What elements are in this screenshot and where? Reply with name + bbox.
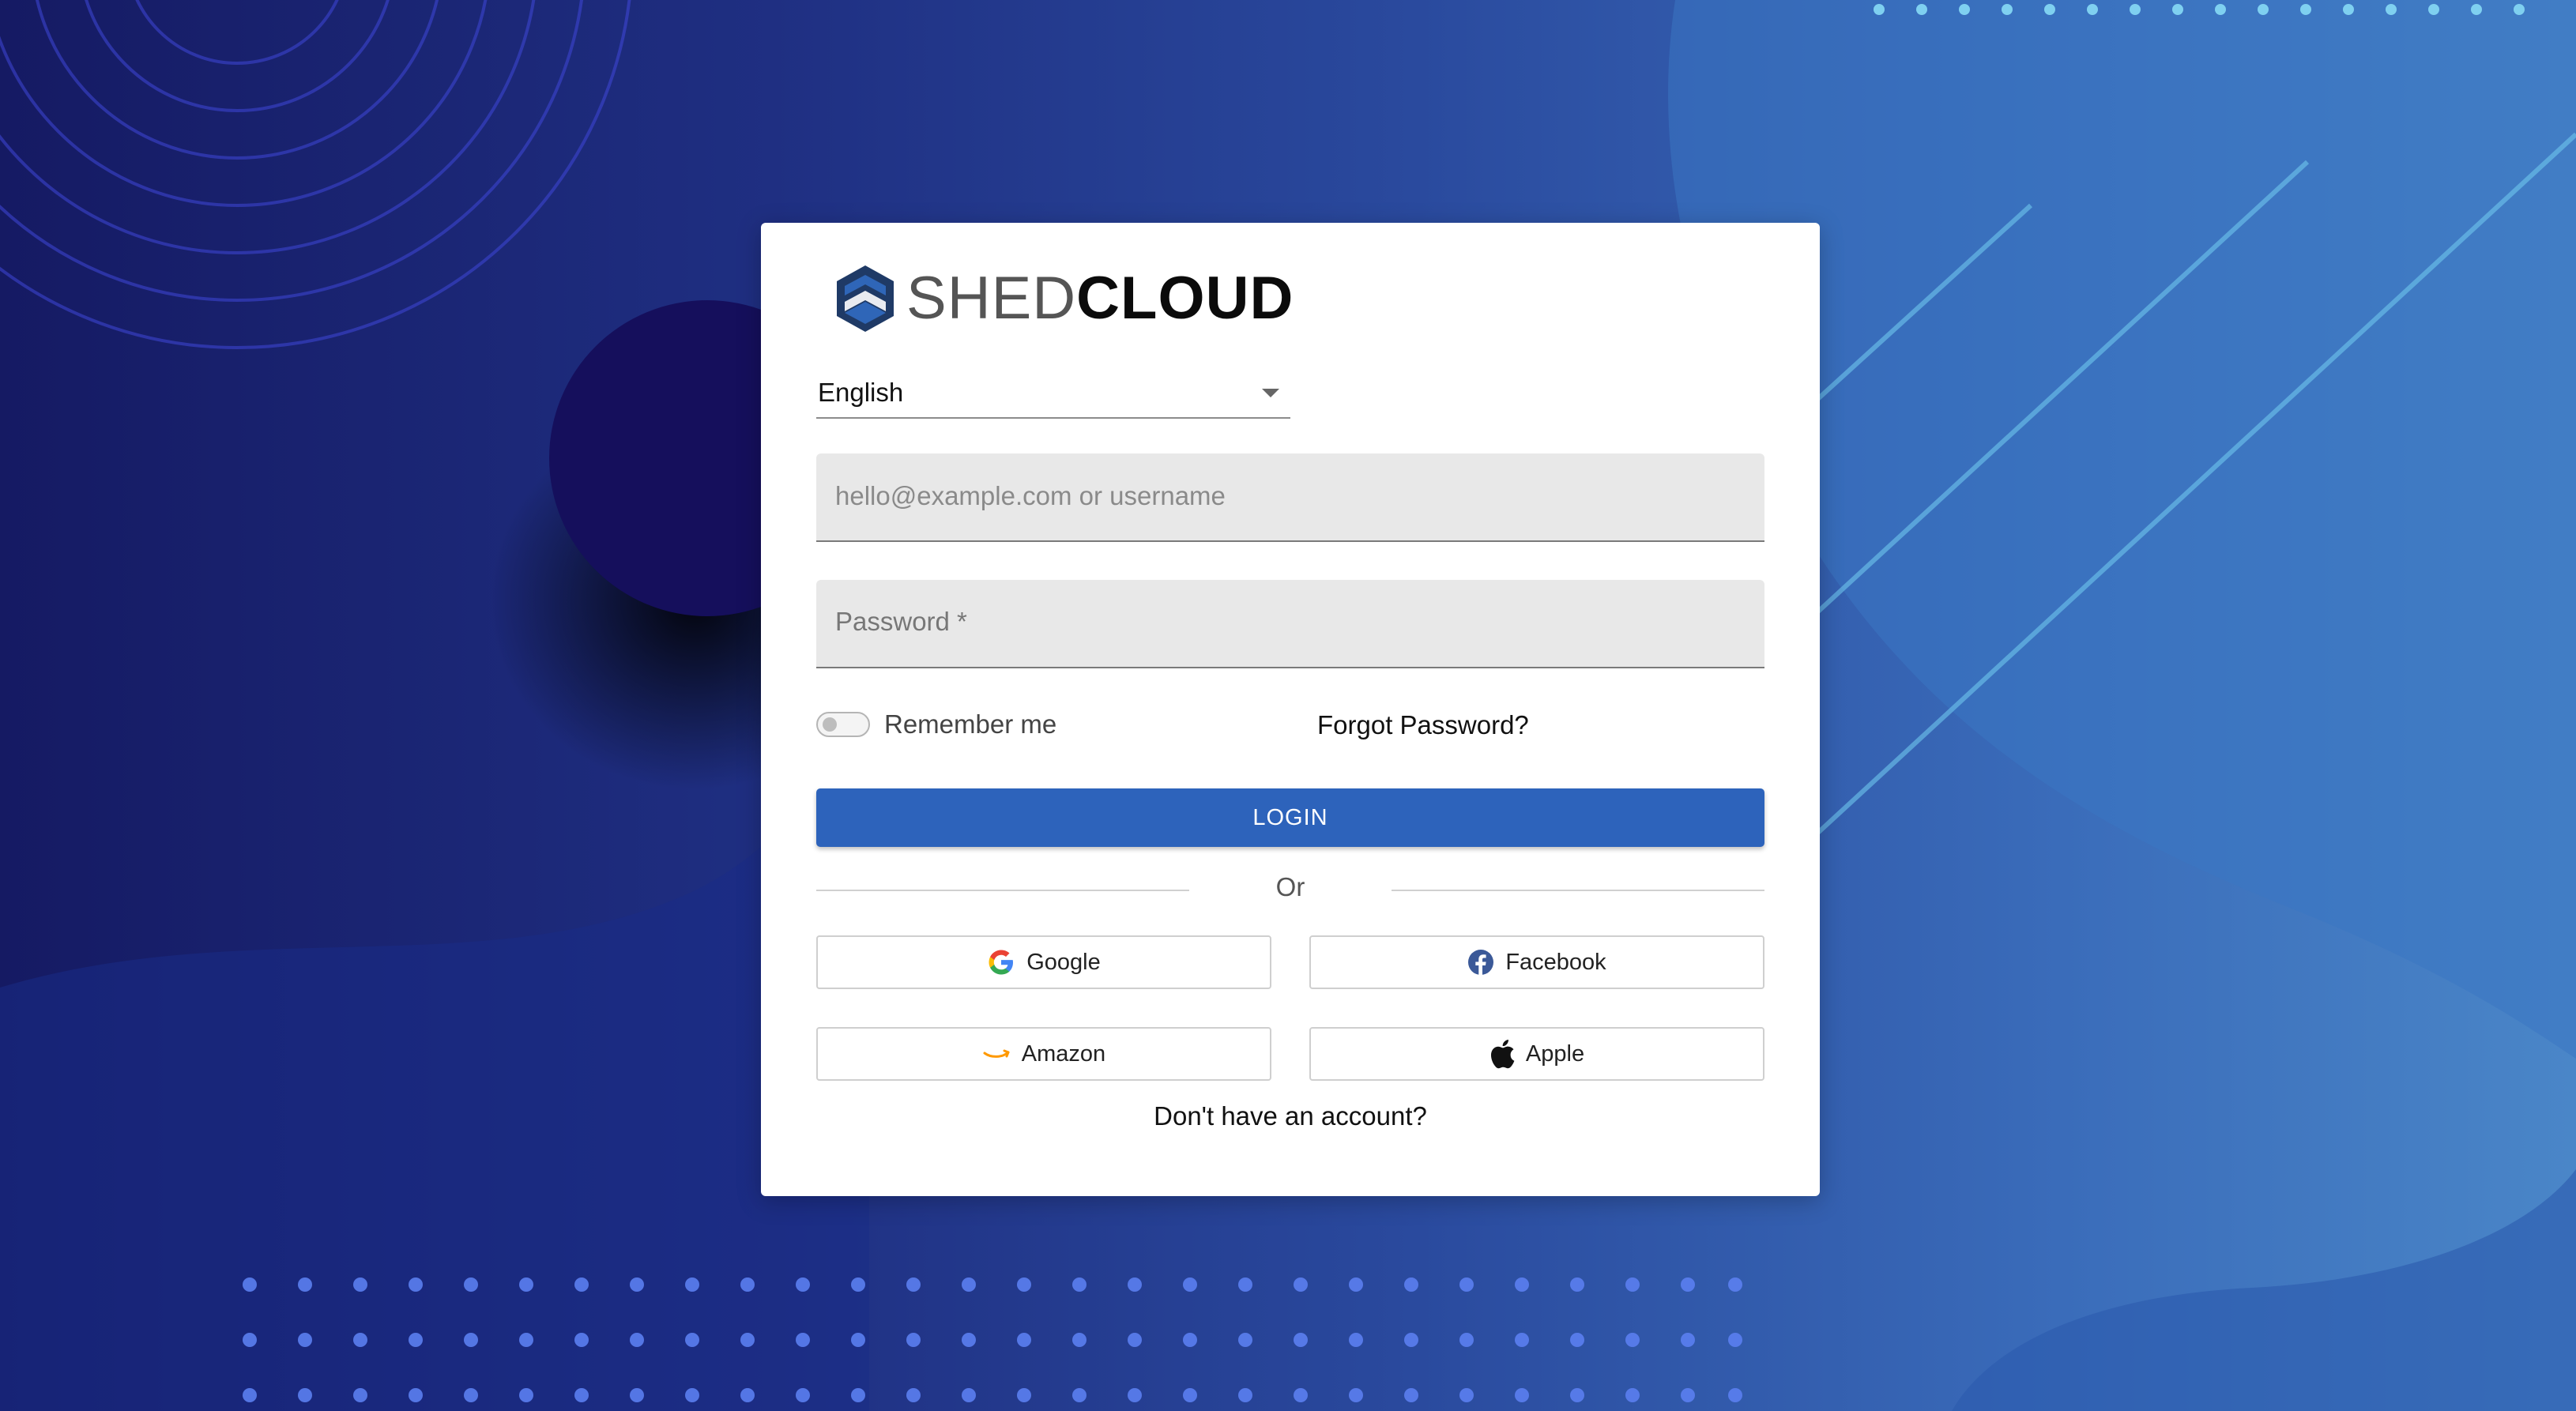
facebook-login-button[interactable]: Facebook — [1309, 935, 1764, 989]
switch-knob — [823, 717, 837, 732]
amazon-login-button[interactable]: Amazon — [816, 1027, 1271, 1081]
language-select[interactable]: English — [816, 368, 1290, 419]
chevron-down-icon — [1262, 389, 1279, 397]
google-icon — [989, 950, 1014, 975]
apple-login-button[interactable]: Apple — [1309, 1027, 1764, 1081]
brand-wordmark-suffix: CLOUD — [1076, 265, 1294, 332]
amazon-label: Amazon — [1021, 1040, 1106, 1067]
facebook-icon — [1468, 950, 1494, 975]
brand-wordmark-prefix: SHED — [906, 265, 1077, 332]
divider-or-label: Or — [1275, 872, 1305, 901]
brand-wordmark: SHED CLOUD — [906, 269, 1294, 329]
password-field[interactable]: Password * — [816, 580, 1764, 668]
login-card: SHEDCLOUD English Password * Remember me… — [761, 223, 1820, 1196]
facebook-label: Facebook — [1505, 949, 1606, 975]
forgot-password-link[interactable]: Forgot Password? — [1317, 709, 1529, 741]
divider-right — [1392, 890, 1764, 891]
remember-me-label: Remember me — [884, 709, 1057, 739]
apple-label: Apple — [1525, 1040, 1585, 1067]
google-login-button[interactable]: Google — [816, 935, 1271, 989]
apple-icon — [1490, 1040, 1515, 1069]
divider-left — [816, 890, 1189, 891]
amazon-icon — [983, 1049, 1010, 1058]
language-select-value: English — [818, 378, 904, 407]
remember-me-toggle[interactable]: Remember me — [816, 709, 1056, 739]
username-field[interactable] — [816, 453, 1764, 542]
google-label: Google — [1026, 949, 1101, 975]
login-button[interactable]: LOGIN — [816, 788, 1764, 847]
brand-logo: SHED CLOUD — [834, 264, 1294, 333]
signup-link[interactable]: Don't have an account? — [761, 1101, 1820, 1131]
password-input[interactable] — [835, 580, 1744, 665]
shedcloud-logo-icon — [837, 265, 894, 332]
remember-me-switch[interactable] — [816, 712, 870, 737]
username-input[interactable] — [835, 453, 1744, 539]
